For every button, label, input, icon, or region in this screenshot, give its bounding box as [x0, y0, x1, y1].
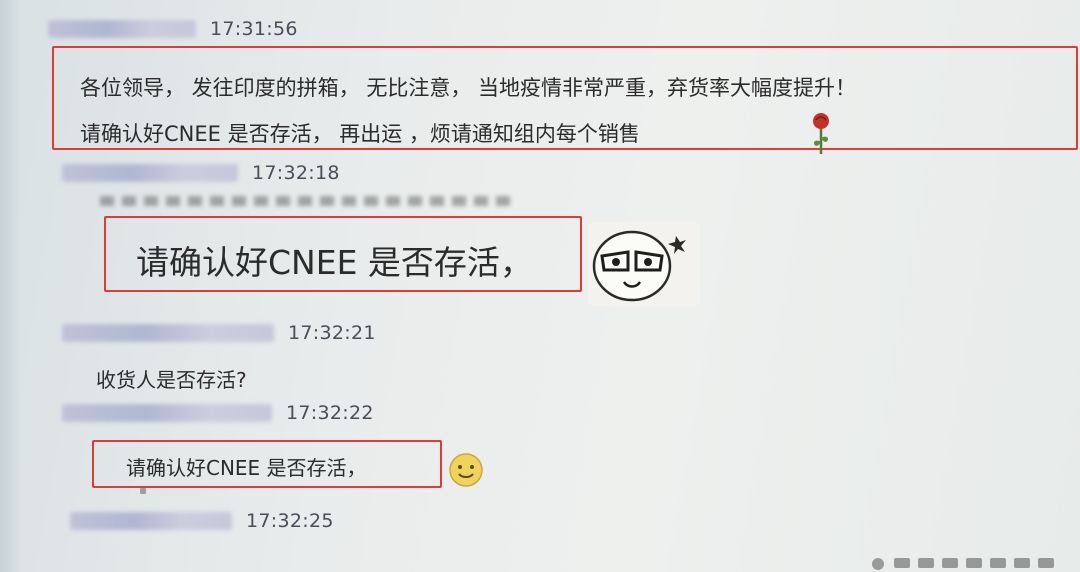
cursor-mark [140, 488, 146, 494]
rose-icon [813, 113, 829, 154]
sender-name-blurred [62, 164, 238, 182]
message-text-line[interactable]: 请确认好CNEE 是否存活， [126, 452, 367, 481]
watermark-icon [872, 558, 1054, 570]
message-text-line[interactable]: 各位领导， 发往印度的拼箱， 无比注意， 当地疫情非常严重，弃货率大幅度提升！ [80, 72, 856, 102]
sender-name-blurred [62, 324, 274, 342]
message-text-line[interactable]: 请确认好CNEE 是否存活， [136, 236, 533, 284]
message-header: 17:31:56 [48, 18, 298, 40]
monitor-edge [0, 0, 20, 572]
message-header: 17:32:25 [70, 510, 334, 532]
message-timestamp: 17:32:25 [246, 510, 334, 532]
message-header: 17:32:22 [62, 402, 374, 424]
message-timestamp: 17:31:56 [210, 18, 298, 40]
message-text-line[interactable]: 请确认好CNEE 是否存活， 再出运 ，烦请通知组内每个销售 [80, 118, 640, 148]
meme-face-icon[interactable] [588, 222, 700, 306]
message-timestamp: 17:32:18 [252, 162, 340, 184]
smile-emoji-icon[interactable] [448, 452, 484, 488]
message-text-line[interactable]: 收货人是否存活? [96, 364, 247, 393]
quoted-text-blurred [100, 196, 510, 206]
message-timestamp: 17:32:22 [286, 402, 374, 424]
message-header: 17:32:18 [62, 162, 340, 184]
sender-name-blurred [48, 20, 196, 38]
sender-name-blurred [70, 512, 232, 530]
message-header: 17:32:21 [62, 322, 376, 344]
sender-name-blurred [62, 404, 272, 422]
message-timestamp: 17:32:21 [288, 322, 376, 344]
